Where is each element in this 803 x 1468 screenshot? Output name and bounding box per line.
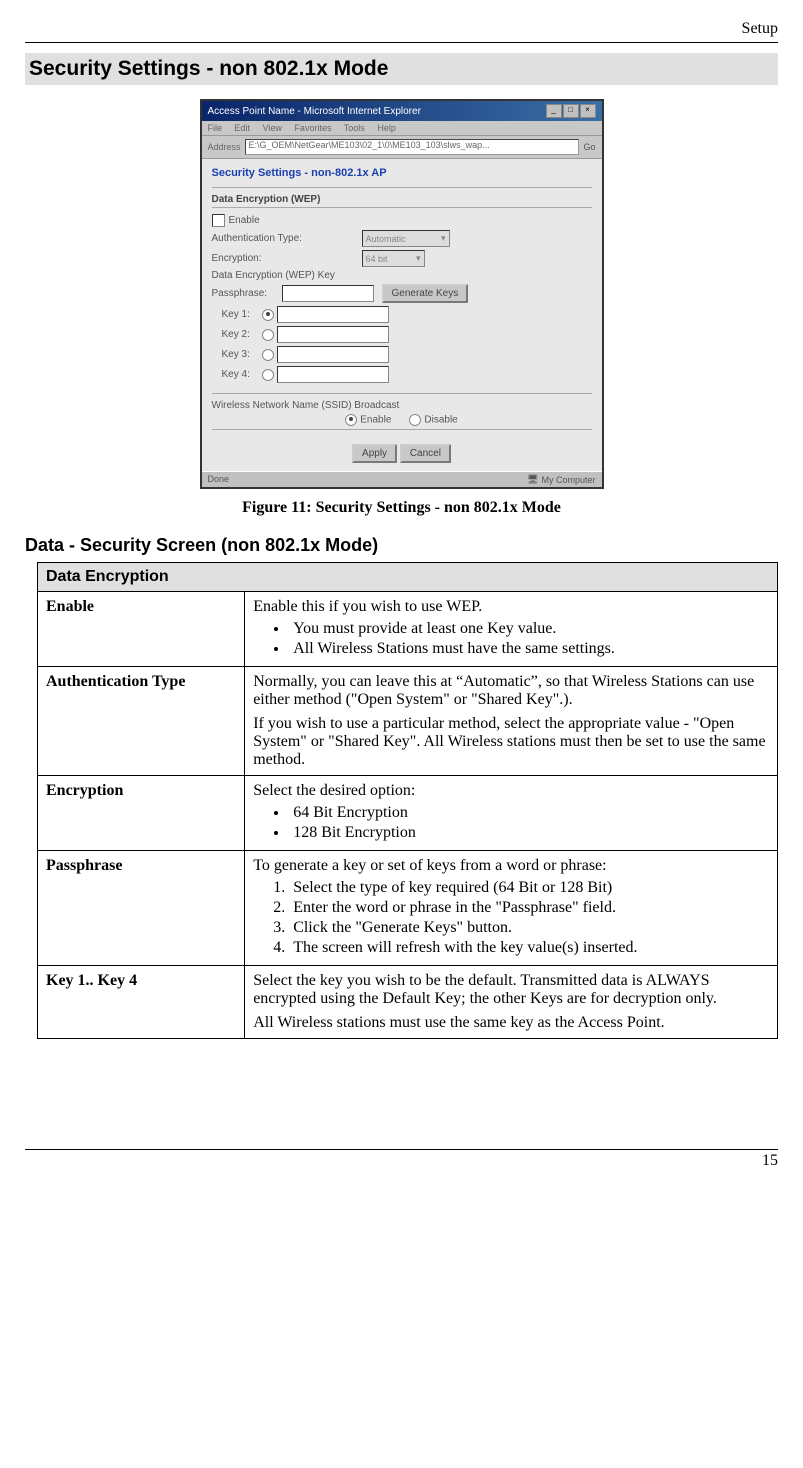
divider: [212, 207, 592, 208]
status-bar: Done 🖥 My Computer: [202, 471, 602, 487]
pass-label: Passphrase:: [212, 288, 282, 299]
screenshot-window: Access Point Name - Microsoft Internet E…: [200, 99, 604, 489]
ssid-disable-label: Disable: [424, 415, 457, 426]
table-row: Encryption Select the desired option: 64…: [38, 776, 778, 851]
data-table: Data Encryption Enable Enable this if yo…: [37, 562, 778, 1039]
enc-select[interactable]: 64 bit▾: [362, 250, 425, 267]
ssid-disable-radio[interactable]: [409, 414, 421, 426]
auth-row: Authentication Type: Automatic▾: [212, 230, 592, 247]
row-label: Enable: [38, 592, 245, 667]
chapter-label: Setup: [25, 20, 778, 38]
row-label: Passphrase: [38, 851, 245, 966]
ssid-enable-label: Enable: [360, 415, 391, 426]
key1-input[interactable]: [277, 306, 389, 323]
key2-radio[interactable]: [262, 329, 274, 341]
table-row: Key 1.. Key 4 Select the key you wish to…: [38, 966, 778, 1039]
menu-file[interactable]: File: [208, 123, 223, 133]
address-bar: Address E:\G_OEM\NetGear\ME103\02_1\0\ME…: [202, 136, 602, 159]
row-desc: To generate a key or set of keys from a …: [245, 851, 778, 966]
status-right: 🖥 My Computer: [527, 474, 595, 485]
enable-row: Enable: [212, 214, 592, 227]
key3-radio[interactable]: [262, 349, 274, 361]
menu-favorites[interactable]: Favorites: [294, 123, 331, 133]
table-row: Passphrase To generate a key or set of k…: [38, 851, 778, 966]
key2-input[interactable]: [277, 326, 389, 343]
action-buttons: Apply Cancel: [212, 436, 592, 471]
address-input[interactable]: E:\G_OEM\NetGear\ME103\02_1\0\ME103_103\…: [245, 139, 580, 155]
page-heading: Security Settings - non-802.1x AP: [212, 167, 592, 179]
enable-checkbox[interactable]: [212, 214, 225, 227]
window-titlebar: Access Point Name - Microsoft Internet E…: [202, 101, 602, 121]
key4-input[interactable]: [277, 366, 389, 383]
figure-caption: Figure 11: Security Settings - non 802.1…: [25, 499, 778, 517]
row-label: Key 1.. Key 4: [38, 966, 245, 1039]
group-title: Data Encryption (WEP): [212, 194, 592, 205]
window-buttons: _ □ ×: [546, 104, 596, 118]
auth-label: Authentication Type:: [212, 233, 362, 244]
page-number: 15: [25, 1152, 778, 1170]
key2-row: Key 2:: [222, 326, 592, 343]
key4-row: Key 4:: [222, 366, 592, 383]
row-desc: Select the key you wish to be the defaul…: [245, 966, 778, 1039]
key2-label: Key 2:: [222, 329, 262, 340]
table-row: Enable Enable this if you wish to use WE…: [38, 592, 778, 667]
key3-row: Key 3:: [222, 346, 592, 363]
cancel-button[interactable]: Cancel: [400, 444, 451, 463]
section-title: Security Settings - non 802.1x Mode: [25, 53, 778, 85]
maximize-button[interactable]: □: [563, 104, 579, 118]
screenshot-figure: Access Point Name - Microsoft Internet E…: [25, 99, 778, 489]
row-desc: Enable this if you wish to use WEP. You …: [245, 592, 778, 667]
key3-input[interactable]: [277, 346, 389, 363]
divider: [212, 393, 592, 394]
row-desc: Normally, you can leave this at “Automat…: [245, 667, 778, 776]
enable-label: Enable: [229, 215, 260, 226]
footer-rule: [25, 1149, 778, 1150]
menu-edit[interactable]: Edit: [235, 123, 251, 133]
key1-radio[interactable]: [262, 309, 274, 321]
key3-label: Key 3:: [222, 349, 262, 360]
computer-icon: 🖥: [527, 474, 538, 485]
ssid-row: Wireless Network Name (SSID) Broadcast: [212, 400, 592, 411]
window-title: Access Point Name - Microsoft Internet E…: [208, 106, 421, 117]
close-button[interactable]: ×: [580, 104, 596, 118]
key4-label: Key 4:: [222, 369, 262, 380]
table-category-header: Data Encryption: [38, 563, 778, 592]
enc-label: Encryption:: [212, 253, 362, 264]
apply-button[interactable]: Apply: [352, 444, 397, 463]
key1-row: Key 1:: [222, 306, 592, 323]
status-left: Done: [208, 474, 230, 485]
pass-input[interactable]: [282, 285, 374, 302]
divider: [212, 187, 592, 188]
ssid-radio-row: Enable Disable: [212, 414, 592, 426]
page-body: Security Settings - non-802.1x AP Data E…: [202, 159, 602, 471]
menubar: File Edit View Favorites Tools Help: [202, 121, 602, 136]
menu-help[interactable]: Help: [377, 123, 396, 133]
wepkey-label: Data Encryption (WEP) Key: [212, 270, 335, 281]
pass-row: Passphrase: Generate Keys: [212, 284, 592, 303]
auth-select[interactable]: Automatic▾: [362, 230, 450, 247]
address-label: Address: [208, 142, 241, 152]
subsection-title: Data - Security Screen (non 802.1x Mode): [25, 535, 778, 556]
row-label: Encryption: [38, 776, 245, 851]
divider: [212, 429, 592, 430]
menu-tools[interactable]: Tools: [344, 123, 365, 133]
key4-radio[interactable]: [262, 369, 274, 381]
minimize-button[interactable]: _: [546, 104, 562, 118]
enc-row: Encryption: 64 bit▾: [212, 250, 592, 267]
ssid-label: Wireless Network Name (SSID) Broadcast: [212, 400, 400, 411]
top-rule: [25, 42, 778, 43]
row-label: Authentication Type: [38, 667, 245, 776]
go-button[interactable]: Go: [583, 142, 595, 152]
table-row: Authentication Type Normally, you can le…: [38, 667, 778, 776]
generate-keys-button[interactable]: Generate Keys: [382, 284, 469, 303]
menu-view[interactable]: View: [263, 123, 282, 133]
row-desc: Select the desired option: 64 Bit Encryp…: [245, 776, 778, 851]
wepkey-row: Data Encryption (WEP) Key: [212, 270, 592, 281]
key1-label: Key 1:: [222, 309, 262, 320]
ssid-enable-radio[interactable]: [345, 414, 357, 426]
